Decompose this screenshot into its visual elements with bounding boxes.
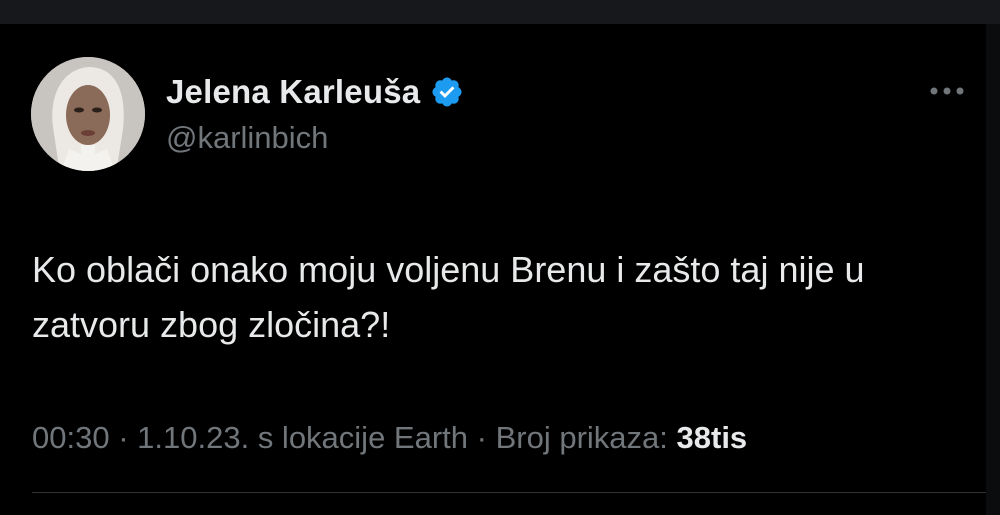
right-edge-strip — [986, 24, 1000, 515]
meta-separator: · — [109, 420, 138, 455]
avatar-image — [31, 57, 145, 171]
author-name-row: Jelena Karleuša — [166, 72, 464, 112]
divider — [32, 492, 986, 493]
tweet-location: s lokacije Earth — [257, 420, 469, 455]
verified-badge-icon — [430, 75, 464, 109]
tweet: Jelena Karleuša @karlinbich Ko oblači on… — [0, 24, 986, 515]
tweet-text: Ko oblači onako moju voljenu Brenu i zaš… — [32, 249, 865, 345]
top-status-strip — [0, 0, 1000, 24]
author-handle[interactable]: @karlinbich — [166, 120, 328, 156]
tweet-date[interactable]: 1.10.23. — [137, 420, 249, 455]
views-count[interactable]: 38tis — [677, 420, 748, 455]
profile-avatar[interactable] — [31, 57, 145, 171]
meta-separator: · — [468, 420, 496, 455]
tweet-meta: 00:30 · 1.10.23. s lokacije Earth · Broj… — [32, 420, 747, 456]
more-horizontal-icon[interactable] — [927, 84, 967, 98]
views-label: Broj prikaza: — [495, 420, 668, 455]
tweet-time[interactable]: 00:30 — [32, 420, 110, 455]
author-display-name[interactable]: Jelena Karleuša — [166, 73, 420, 111]
